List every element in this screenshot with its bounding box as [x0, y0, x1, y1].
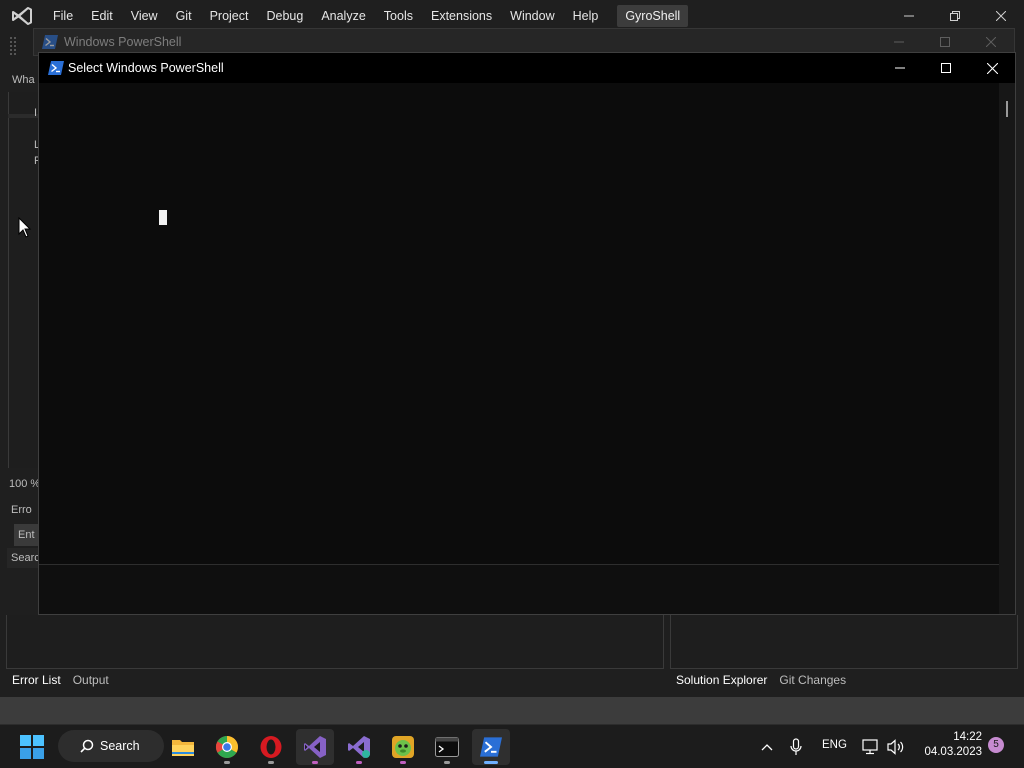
close-icon: [986, 62, 998, 74]
close-button[interactable]: [969, 53, 1015, 83]
document-tab-sliver[interactable]: Wha: [12, 74, 38, 86]
powershell-window: Select Windows PowerShell: [38, 52, 1016, 615]
menu-edit[interactable]: Edit: [82, 4, 122, 28]
tray-overflow-button[interactable]: [750, 729, 784, 765]
menu-project[interactable]: Project: [201, 4, 258, 28]
window-controls: [877, 53, 1015, 83]
clock-date: 04.03.2023: [924, 746, 982, 758]
running-indicator: [400, 761, 406, 764]
restore-icon: [950, 11, 960, 21]
menu-debug[interactable]: Debug: [257, 4, 312, 28]
visual-studio-preview-icon: [348, 736, 370, 758]
volume-icon: [887, 739, 904, 755]
maximize-icon: [941, 63, 951, 73]
terminal-icon: [435, 737, 459, 757]
taskbar-search[interactable]: Search: [58, 730, 164, 762]
powershell-icon: [42, 35, 58, 49]
window-title: Windows PowerShell: [64, 35, 182, 49]
input-language-indicator[interactable]: ENG: [822, 739, 847, 751]
scope-dropdown-sliver[interactable]: Ent: [14, 524, 38, 546]
minimize-icon: [895, 67, 905, 69]
running-indicator: [268, 761, 274, 764]
start-button[interactable]: [14, 733, 50, 761]
tab-error-list[interactable]: Error List: [6, 669, 67, 691]
network-icon: [862, 739, 878, 755]
minimize-button[interactable]: [877, 53, 923, 83]
mouse-pointer-icon: [18, 217, 32, 238]
windows-logo-icon: [20, 735, 44, 759]
taskbar-clock[interactable]: 14:22 04.03.2023: [912, 730, 982, 760]
menu-extensions[interactable]: Extensions: [422, 4, 501, 28]
running-indicator: [224, 761, 230, 764]
running-indicator: [312, 761, 318, 764]
taskbar-app-visual-studio-preview[interactable]: [340, 729, 378, 765]
minimize-icon: [904, 15, 914, 17]
window-title: Select Windows PowerShell: [68, 61, 224, 75]
game-app-icon: [392, 736, 414, 758]
tab-git-changes[interactable]: Git Changes: [773, 669, 852, 691]
menu-file[interactable]: File: [44, 4, 82, 28]
taskbar-app-chrome[interactable]: [208, 729, 246, 765]
notification-badge[interactable]: 5: [988, 737, 1004, 753]
console-output-area[interactable]: [39, 83, 999, 563]
taskbar-app-visual-studio[interactable]: [296, 729, 334, 765]
tab-output[interactable]: Output: [67, 669, 115, 691]
taskbar-app-file-explorer[interactable]: [164, 729, 202, 765]
menu-analyze[interactable]: Analyze: [312, 4, 374, 28]
close-icon: [986, 37, 996, 47]
taskbar-app-opera[interactable]: [252, 729, 290, 765]
active-indicator: [484, 761, 498, 764]
running-indicator: [444, 761, 450, 764]
tab-solution-explorer[interactable]: Solution Explorer: [670, 669, 773, 691]
error-list-panel: [6, 615, 664, 669]
microphone-icon: [790, 738, 802, 755]
error-search-sliver[interactable]: Searc: [7, 548, 38, 568]
vertical-scrollbar[interactable]: [999, 83, 1015, 614]
taskbar-app-powershell[interactable]: [472, 729, 510, 765]
maximize-button[interactable]: [923, 53, 969, 83]
error-list-header-sliver: Erro: [11, 504, 32, 516]
search-label: Search: [100, 739, 140, 753]
taskbar: Search ENG 14:22 04.03.2023 5: [0, 724, 1024, 768]
volume-button[interactable]: [880, 729, 912, 765]
solution-name-badge[interactable]: GyroShell: [617, 5, 689, 27]
zoom-level[interactable]: 100 %: [9, 478, 38, 490]
search-icon: [80, 739, 94, 753]
visual-studio-icon: [304, 736, 326, 758]
taskbar-app-game[interactable]: [384, 729, 422, 765]
bottom-panel-tabs: Error List Output: [6, 669, 115, 691]
minimize-icon: [894, 41, 904, 43]
vs-status-bar: [0, 697, 1024, 724]
menu-window[interactable]: Window: [501, 4, 563, 28]
running-indicator: [356, 761, 362, 764]
scrollbar-thumb[interactable]: [1006, 101, 1008, 117]
text-cursor: [159, 210, 167, 225]
menu-tools[interactable]: Tools: [375, 4, 422, 28]
powershell-title-bar[interactable]: Select Windows PowerShell: [39, 53, 1015, 83]
close-icon: [996, 11, 1006, 21]
chevron-up-icon: [761, 744, 773, 751]
maximize-icon: [940, 37, 950, 47]
opera-icon: [260, 736, 282, 758]
right-panel-tabs: Solution Explorer Git Changes: [670, 669, 852, 691]
solution-explorer-panel: [670, 615, 1018, 669]
microphone-button[interactable]: [780, 729, 812, 765]
menu-help[interactable]: Help: [564, 4, 608, 28]
powershell-icon: [480, 737, 502, 757]
toolbar-grip-icon: [9, 36, 17, 56]
powershell-icon: [48, 61, 64, 75]
file-explorer-icon: [172, 740, 194, 756]
taskbar-app-terminal[interactable]: [428, 729, 466, 765]
chrome-icon: [216, 736, 238, 758]
clock-time: 14:22: [953, 731, 982, 743]
console-lower-area[interactable]: [39, 564, 999, 614]
menu-view[interactable]: View: [122, 4, 167, 28]
menu-git[interactable]: Git: [167, 4, 201, 28]
